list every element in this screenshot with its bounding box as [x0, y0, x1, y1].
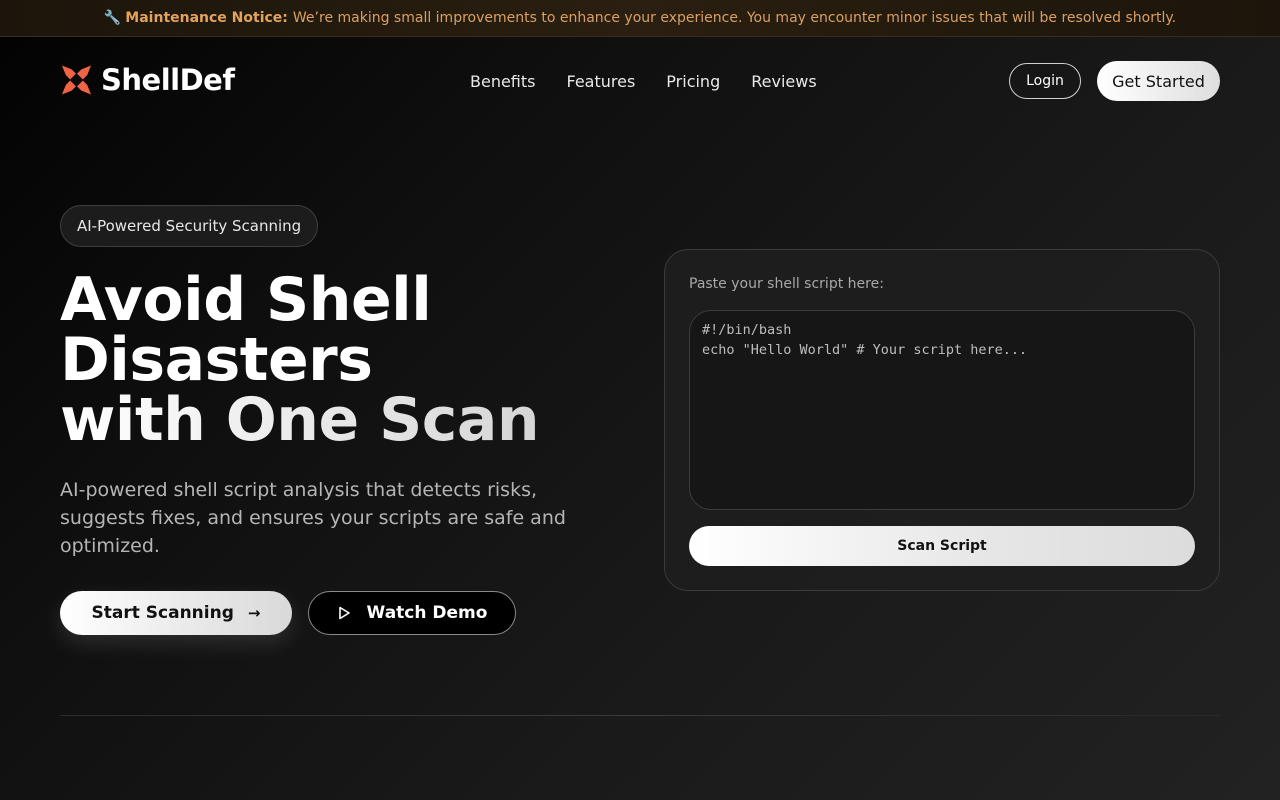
nav-item-pricing[interactable]: Pricing	[666, 72, 720, 91]
hero-subtitle: AI-powered shell script analysis that de…	[60, 479, 566, 557]
logo-text: ShellDef	[101, 63, 235, 97]
start-scanning-label: Start Scanning	[91, 603, 234, 623]
watch-demo-button[interactable]: Watch Demo	[308, 591, 516, 635]
nav-item-reviews[interactable]: Reviews	[751, 72, 816, 91]
section-divider	[60, 715, 1220, 716]
feature-badge: AI-Powered Security Scanning	[60, 205, 319, 247]
get-started-button[interactable]: Get Started	[1097, 61, 1220, 101]
arrow-right-icon: →	[247, 604, 261, 622]
script-scanner-card: Paste your shell script here: #!/bin/bas…	[664, 249, 1220, 591]
script-input-label: Paste your shell script here:	[689, 276, 884, 292]
hero-title-line: with One Scan	[60, 390, 620, 450]
hero-title-line: Avoid Shell	[60, 265, 432, 335]
login-button[interactable]: Login	[1009, 63, 1081, 99]
watch-demo-label: Watch Demo	[366, 603, 488, 623]
play-icon	[338, 606, 350, 620]
logo[interactable]: ShellDef	[60, 63, 235, 97]
notice-label: Maintenance Notice:	[125, 10, 288, 26]
shelldef-logo-icon	[61, 65, 92, 95]
wrench-icon: 🔧	[103, 10, 122, 26]
hero-title: Avoid Shell Disasters with One Scan	[60, 270, 620, 450]
maintenance-banner: 🔧 Maintenance Notice: We’re making small…	[0, 0, 1280, 37]
start-scanning-button[interactable]: Start Scanning →	[60, 591, 292, 635]
hero-title-line: Disasters	[60, 325, 373, 395]
nav-item-features[interactable]: Features	[567, 72, 636, 91]
nav-item-benefits[interactable]: Benefits	[470, 72, 536, 91]
notice-message: We’re making small improvements to enhan…	[292, 10, 1177, 26]
scan-script-button[interactable]: Scan Script	[689, 526, 1195, 566]
main-nav: Benefits Features Pricing Reviews	[470, 70, 817, 92]
script-textarea[interactable]: #!/bin/bash echo "Hello World" # Your sc…	[689, 310, 1195, 510]
